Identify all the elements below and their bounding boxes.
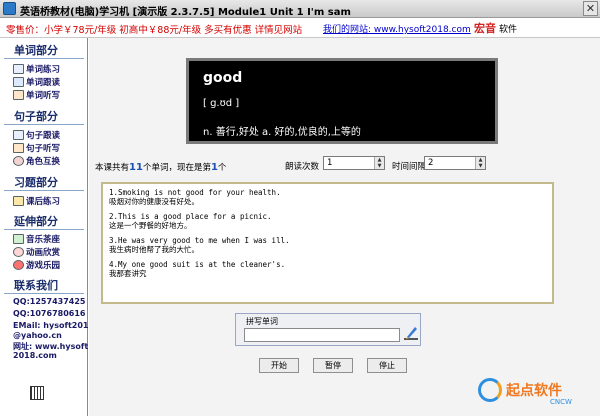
brand-logo: 宏音 — [474, 22, 496, 35]
info-bar: 零售价：小学￥78元/年级 初高中￥88元/年级 多买有优惠 详情见网站 我们的… — [0, 18, 600, 38]
close-button[interactable]: ✕ — [583, 1, 598, 16]
music-icon — [13, 234, 24, 244]
divider — [4, 190, 84, 191]
word-counter: 本课共有11个单词，现在是第1个 — [95, 162, 227, 173]
start-button[interactable]: 开始 — [259, 358, 299, 373]
interval-stepper[interactable]: 2 ▲ ▼ — [424, 156, 486, 170]
sidebar: 单词部分 单词练习 单词跟读 单词听写 句子部分 句子跟读 句子听写 角色互换 … — [0, 38, 94, 416]
repeat-count-value: 1 — [327, 158, 333, 168]
interval-value: 2 — [428, 158, 434, 168]
book-icon — [13, 64, 24, 74]
divider — [4, 124, 84, 125]
sidebar-item-music[interactable]: 音乐茶座 — [13, 233, 60, 245]
book-icon — [13, 77, 24, 87]
pause-button[interactable]: 暂停 — [313, 358, 353, 373]
pen-icon[interactable] — [404, 325, 418, 341]
repeat-count-stepper[interactable]: 1 ▲ ▼ — [323, 156, 385, 170]
word-meaning: n. 善行,好处 a. 好的,优良的,上等的 — [203, 127, 361, 138]
book-icon — [13, 130, 24, 140]
example-sentences[interactable]: 1.Smoking is not good for your health. 吸… — [101, 182, 554, 304]
pencil-icon — [13, 143, 24, 153]
down-arrow-icon[interactable]: ▼ — [476, 163, 485, 169]
contact-email: EMail: hysoft2018 — [13, 321, 95, 330]
window-title: 英语桥教材(电脑)学习机 [演示版 2.3.7.5] Module1 Unit … — [20, 7, 351, 18]
divider — [4, 58, 84, 59]
spell-panel: 拼写单词 — [235, 313, 421, 346]
stepper-arrows[interactable]: ▲ ▼ — [475, 157, 485, 169]
sentence-item: 3.He was very good to me when I was ill.… — [109, 236, 290, 254]
sidebar-item-word-dictation[interactable]: 单词听写 — [13, 89, 60, 101]
website-link[interactable]: 我们的网站: www.hysoft2018.com — [323, 22, 471, 35]
watermark-circle-icon — [478, 378, 502, 402]
sidebar-item-sentence-follow[interactable]: 句子跟读 — [13, 129, 60, 141]
pencil-icon — [13, 90, 24, 100]
word-card: good [ g.ʊd ] n. 善行,好处 a. 好的,优良的,上等的 — [186, 58, 498, 144]
contact-website-domain: 2018.com — [13, 351, 57, 360]
brand-text: 软件 — [499, 25, 518, 35]
spell-input[interactable] — [244, 328, 400, 342]
sidebar-item-word-practice[interactable]: 单词练习 — [13, 63, 60, 75]
sentence-item: 1.Smoking is not good for your health. 吸… — [109, 188, 281, 206]
contact-email-domain: @yahoo.cn — [13, 331, 62, 340]
price-promo: 零售价：小学￥78元/年级 初高中￥88元/年级 多买有优惠 详情见网站 — [6, 25, 303, 36]
section-title-words: 单词部分 — [14, 44, 58, 57]
section-title-contact: 联系我们 — [14, 279, 58, 292]
piano-icon[interactable] — [30, 386, 44, 400]
sidebar-item-sentence-dictation[interactable]: 句子听写 — [13, 142, 60, 154]
down-arrow-icon[interactable]: ▼ — [375, 163, 384, 169]
game-icon — [13, 260, 24, 270]
app-icon — [3, 2, 16, 15]
current-index: 1 — [210, 162, 218, 173]
title-bar: 英语桥教材(电脑)学习机 [演示版 2.3.7.5] Module1 Unit … — [0, 0, 600, 18]
sentence-item: 4.My one good suit is at the cleaner's. … — [109, 260, 286, 278]
sidebar-item-homework[interactable]: 课后练习 — [13, 195, 60, 207]
watermark-sub: CNCW — [550, 398, 572, 406]
stepper-arrows[interactable]: ▲ ▼ — [374, 157, 384, 169]
main-panel: good [ g.ʊd ] n. 善行,好处 a. 好的,优良的,上等的 本课共… — [89, 38, 600, 416]
people-icon — [13, 156, 24, 166]
current-word: good — [203, 70, 243, 86]
divider — [4, 293, 84, 294]
contact-qq-1: QQ:1257437425 — [13, 297, 86, 306]
notebook-icon — [13, 196, 24, 206]
brand: 宏音 软件 — [474, 20, 517, 36]
sentence-item: 2.This is a good place for a picnic. 这是一… — [109, 212, 272, 230]
repeat-label: 朗读次数 — [285, 162, 320, 172]
spell-label: 拼写单词 — [246, 317, 278, 326]
stop-button[interactable]: 停止 — [367, 358, 407, 373]
section-title-sentences: 句子部分 — [14, 110, 58, 123]
film-icon — [13, 247, 24, 257]
divider — [4, 229, 84, 230]
watermark-logo: 起点软件 CNCW — [478, 374, 598, 410]
phonetic: [ g.ʊd ] — [203, 98, 240, 109]
sidebar-item-word-follow[interactable]: 单词跟读 — [13, 76, 60, 88]
watermark-text: 起点软件 — [506, 383, 562, 399]
sidebar-item-role-swap[interactable]: 角色互换 — [13, 155, 60, 167]
section-title-exercises: 习题部分 — [14, 176, 58, 189]
total-count: 11 — [129, 162, 143, 173]
sidebar-item-animation[interactable]: 动画欣赏 — [13, 246, 60, 258]
interval-label: 时间间隔 — [392, 162, 427, 172]
section-title-extension: 延伸部分 — [14, 215, 58, 228]
contact-qq-2: QQ:1076780616 — [13, 309, 86, 318]
sidebar-item-games[interactable]: 游戏乐园 — [13, 259, 60, 271]
